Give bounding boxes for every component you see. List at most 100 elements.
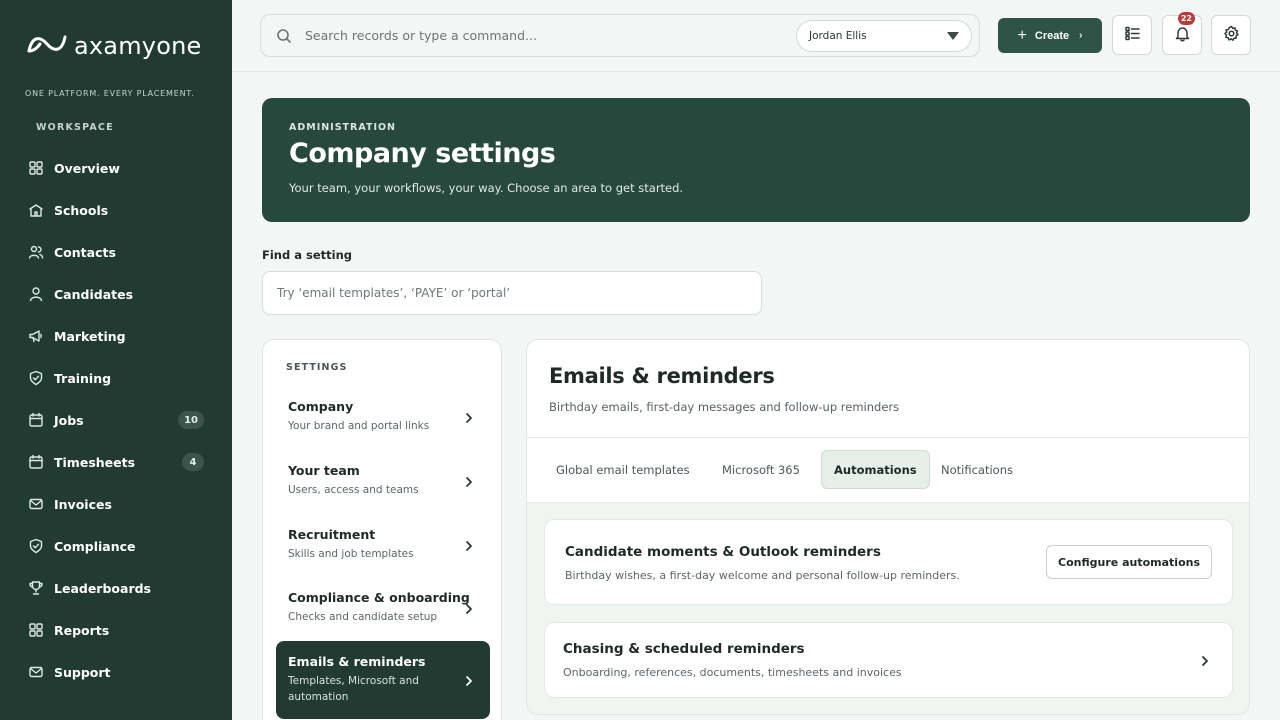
chevron-right-icon xyxy=(462,673,476,687)
settings-item-title: Your team xyxy=(288,463,360,478)
notifications-count-badge: 22 xyxy=(1177,12,1195,25)
sidebar-item-reports[interactable]: Reports xyxy=(0,609,232,651)
chevron-right-icon: › xyxy=(1079,30,1083,41)
caret-down-icon xyxy=(947,32,959,40)
sidebar-item-label: Reports xyxy=(54,622,110,638)
settings-item-your-team[interactable]: Your team Users, access and teams xyxy=(276,450,490,514)
search-input[interactable] xyxy=(305,28,785,43)
tab-global-email-templates[interactable]: Global email templates xyxy=(544,450,702,489)
topbar: Jordan Ellis + Create › 22 xyxy=(232,0,1280,72)
sidebar-item-training[interactable]: Training xyxy=(0,357,232,399)
create-button[interactable]: + Create › xyxy=(998,18,1102,53)
sidebar-item-label: Candidates xyxy=(54,286,134,302)
plus-icon: + xyxy=(1017,26,1027,44)
sidebar-item-jobs[interactable]: Jobs 10 xyxy=(0,399,232,441)
brand-logo[interactable]: axamyone xyxy=(26,30,201,62)
chevron-right-icon xyxy=(462,410,476,424)
sidebar-item-schools[interactable]: Schools xyxy=(0,189,232,231)
infinity-wave-logo-icon xyxy=(26,32,68,60)
detail-header: Emails & reminders Birthday emails, firs… xyxy=(527,340,1249,438)
sidebar-item-marketing[interactable]: Marketing xyxy=(0,315,232,357)
settings-item-title: Company xyxy=(288,399,354,414)
sidebar: axamyone ONE PLATFORM. EVERY PLACEMENT. … xyxy=(0,0,232,720)
list-icon xyxy=(1124,25,1141,46)
create-button-label: Create xyxy=(1034,29,1070,42)
sidebar-item-label: Timesheets xyxy=(54,454,136,470)
jobs-count-badge: 10 xyxy=(178,411,204,429)
school-icon xyxy=(28,202,44,218)
sidebar-item-label: Jobs xyxy=(54,412,84,428)
find-setting-label: Find a setting xyxy=(262,248,352,262)
user-select-value: Jordan Ellis xyxy=(809,30,867,42)
settings-button[interactable] xyxy=(1211,15,1251,55)
settings-item-emails-reminders[interactable]: Emails & reminders Templates, Microsoft … xyxy=(276,641,490,719)
sidebar-item-label: Invoices xyxy=(54,496,112,512)
page-hero: ADMINISTRATION Company settings Your tea… xyxy=(262,98,1250,222)
settings-item-desc: Users, access and teams xyxy=(288,484,419,496)
settings-item-desc: Checks and candidate setup xyxy=(288,611,438,623)
tab-notifications[interactable]: Notifications xyxy=(929,450,1025,489)
global-search: Jordan Ellis xyxy=(260,14,980,57)
gear-icon xyxy=(1223,25,1240,46)
user-select[interactable]: Jordan Ellis xyxy=(796,20,972,52)
sidebar-item-overview[interactable]: Overview xyxy=(0,147,232,189)
sidebar-item-label: Leaderboards xyxy=(54,580,151,596)
sidebar-item-contacts[interactable]: Contacts xyxy=(0,231,232,273)
configure-automations-button[interactable]: Configure automations xyxy=(1046,545,1212,579)
settings-item-company[interactable]: Company Your brand and portal links xyxy=(276,386,490,450)
task-list-button[interactable] xyxy=(1112,15,1152,55)
user-icon xyxy=(28,286,44,302)
trophy-icon xyxy=(28,580,44,596)
sidebar-item-label: Training xyxy=(54,370,112,386)
sidebar-item-invoices[interactable]: Invoices xyxy=(0,483,232,525)
calendar-icon xyxy=(28,412,44,428)
sidebar-item-compliance[interactable]: Compliance xyxy=(0,525,232,567)
tab-automations[interactable]: Automations xyxy=(821,450,930,489)
chevron-right-icon xyxy=(1198,653,1212,667)
sidebar-item-timesheets[interactable]: Timesheets 4 xyxy=(0,441,232,483)
grid-icon xyxy=(28,622,44,638)
automation-card-chasing-reminders[interactable]: Chasing & scheduled reminders Onboarding… xyxy=(544,622,1233,698)
settings-item-recruitment[interactable]: Recruitment Skills and job templates xyxy=(276,514,490,578)
sidebar-item-label: Schools xyxy=(54,202,109,218)
settings-heading: SETTINGS xyxy=(286,362,348,373)
megaphone-icon xyxy=(28,328,44,344)
detail-tabs: Global email templates Microsoft 365 Aut… xyxy=(527,438,1249,503)
tab-microsoft-365[interactable]: Microsoft 365 xyxy=(710,450,812,489)
card-description: Onboarding, references, documents, times… xyxy=(563,666,902,679)
card-title: Candidate moments & Outlook reminders xyxy=(565,544,881,560)
page-subtitle: Your team, your workflows, your way. Cho… xyxy=(289,181,684,195)
card-description: Birthday wishes, a first-day welcome and… xyxy=(565,569,960,582)
sidebar-item-candidates[interactable]: Candidates xyxy=(0,273,232,315)
sidebar-item-label: Support xyxy=(54,664,111,680)
sidebar-item-leaderboards[interactable]: Leaderboards xyxy=(0,567,232,609)
shield-icon xyxy=(28,538,44,554)
settings-list-panel: SETTINGS Company Your brand and portal l… xyxy=(262,339,502,720)
page-title: Company settings xyxy=(289,138,556,169)
users-icon xyxy=(28,244,44,260)
settings-item-compliance-onboarding[interactable]: Compliance & onboarding Checks and candi… xyxy=(276,577,490,641)
calendar-icon xyxy=(28,454,44,470)
mail-icon xyxy=(28,496,44,512)
timesheets-count-badge: 4 xyxy=(182,453,204,471)
hero-kicker: ADMINISTRATION xyxy=(289,122,397,133)
sidebar-item-label: Marketing xyxy=(54,328,126,344)
sidebar-item-label: Contacts xyxy=(54,244,116,260)
bell-icon xyxy=(1174,25,1191,46)
detail-title: Emails & reminders xyxy=(549,364,775,388)
sidebar-item-label: Overview xyxy=(54,160,120,176)
search-icon xyxy=(276,28,292,44)
sidebar-item-support[interactable]: Support xyxy=(0,651,232,693)
brand-tagline: ONE PLATFORM. EVERY PLACEMENT. xyxy=(25,89,195,98)
settings-item-title: Emails & reminders xyxy=(288,654,426,669)
grid-icon xyxy=(28,160,44,176)
automation-card-candidate-moments: Candidate moments & Outlook reminders Bi… xyxy=(544,519,1233,605)
settings-item-title: Compliance & onboarding xyxy=(288,590,470,605)
card-title: Chasing & scheduled reminders xyxy=(563,641,805,657)
settings-item-desc: Skills and job templates xyxy=(288,548,414,560)
notifications-button[interactable]: 22 xyxy=(1162,12,1202,55)
settings-item-desc: Your brand and portal links xyxy=(288,420,430,432)
mail-icon xyxy=(28,664,44,680)
find-setting-input[interactable] xyxy=(262,271,762,315)
settings-item-desc: Templates, Microsoft and automation xyxy=(288,675,419,703)
